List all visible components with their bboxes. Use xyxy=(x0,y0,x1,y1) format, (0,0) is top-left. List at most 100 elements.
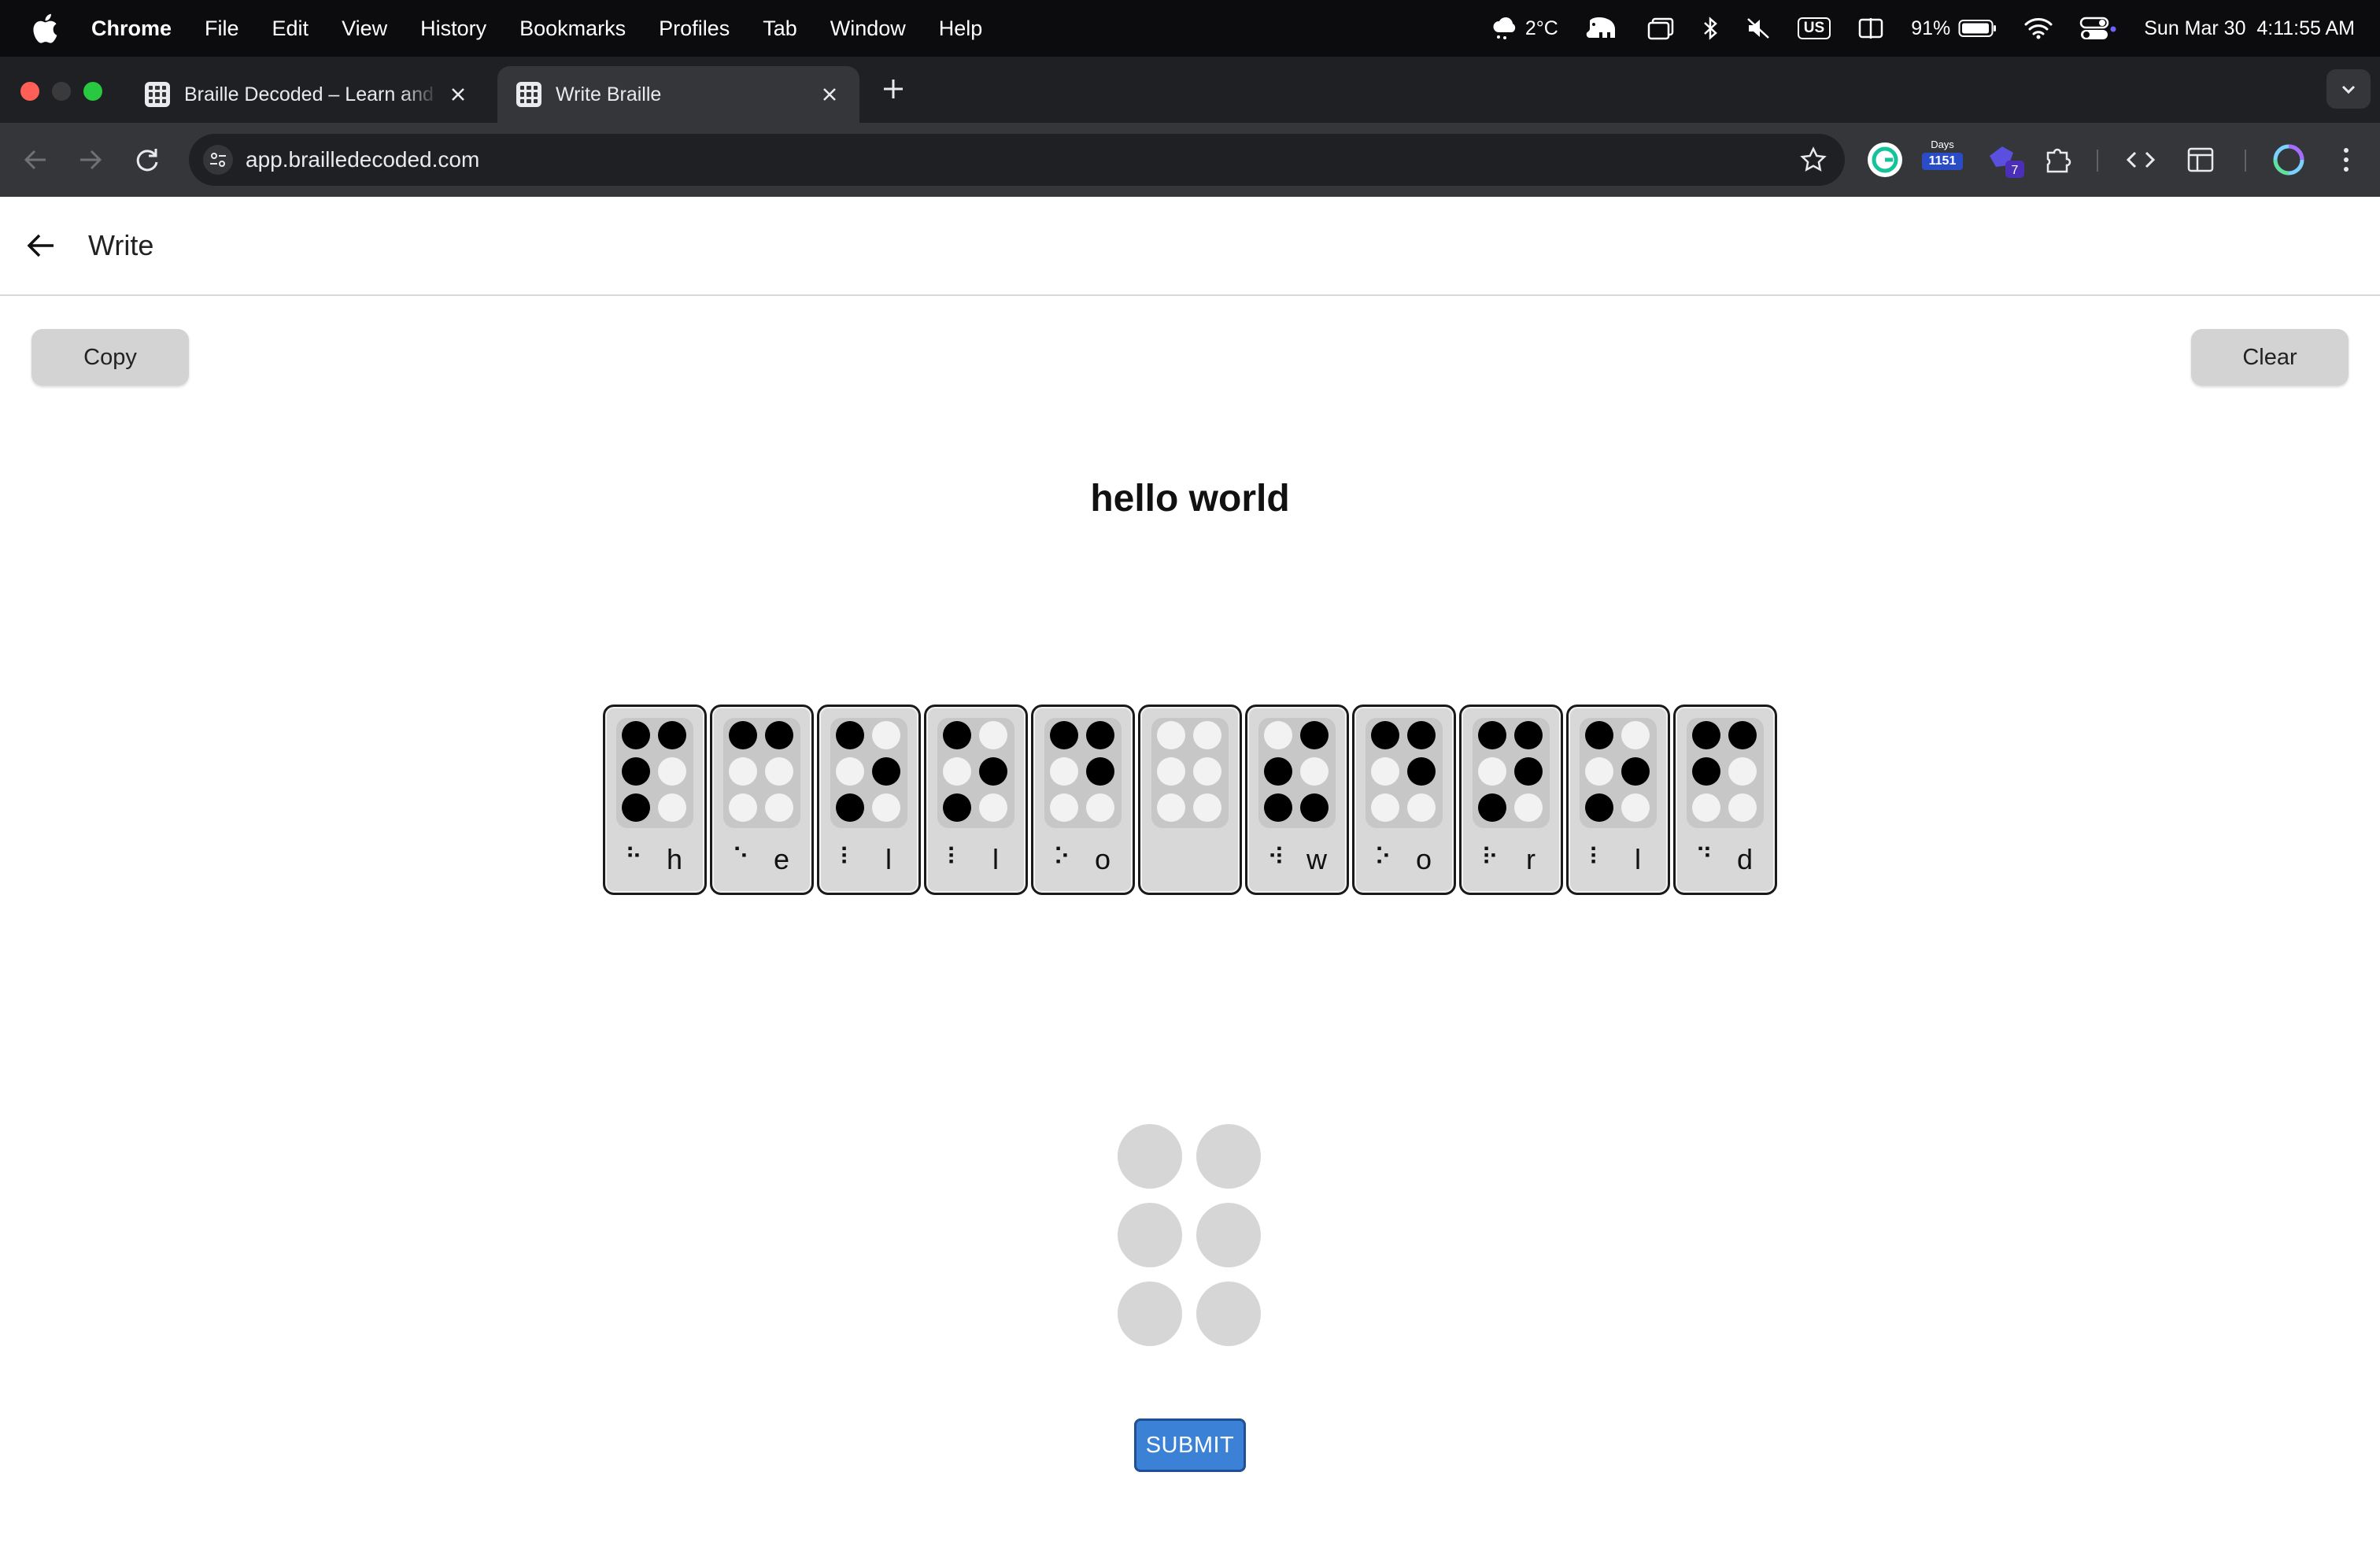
menu-profiles[interactable]: Profiles xyxy=(659,17,730,41)
grammarly-icon xyxy=(1868,142,1902,177)
purple-extension[interactable]: 7 xyxy=(1983,140,2027,179)
menu-file[interactable]: File xyxy=(205,17,239,41)
braille-glyph: ⠇ xyxy=(946,845,963,871)
braille-dot-6 xyxy=(872,793,900,822)
braille-dot-3 xyxy=(1585,793,1613,822)
braille-cell[interactable]: ⠕ o xyxy=(1352,705,1456,895)
tab-close-icon[interactable] xyxy=(819,83,841,105)
battery-status[interactable]: 91% xyxy=(1911,17,1998,40)
tab-write-braille[interactable]: Write Braille xyxy=(497,66,859,123)
braille-cell[interactable]: ⠺ w xyxy=(1245,705,1349,895)
braille-cell[interactable]: ⠓ h xyxy=(603,705,707,895)
window-close-button[interactable] xyxy=(20,82,39,101)
menu-view[interactable]: View xyxy=(342,17,387,41)
tab-search-button[interactable] xyxy=(2326,69,2371,109)
devtools-button[interactable] xyxy=(2120,140,2161,179)
wifi-status[interactable] xyxy=(2024,17,2053,39)
braille-cell-dots xyxy=(937,718,1014,828)
braille-dot-6 xyxy=(765,793,793,822)
menu-help[interactable]: Help xyxy=(939,17,983,41)
chrome-menu-button[interactable] xyxy=(2328,140,2364,179)
back-arrow-icon[interactable] xyxy=(24,228,58,263)
braille-cell[interactable] xyxy=(1138,705,1242,895)
days-counter-extension[interactable]: Days 1151 xyxy=(1922,139,1963,181)
split-view-status[interactable] xyxy=(1857,17,1884,40)
side-panel-button[interactable] xyxy=(2180,140,2221,179)
reload-icon[interactable] xyxy=(132,145,162,175)
braille-cell[interactable]: ⠕ o xyxy=(1031,705,1135,895)
input-dot-5[interactable] xyxy=(1196,1203,1261,1267)
submit-button[interactable]: SUBMIT xyxy=(1134,1418,1246,1472)
split-screen-icon xyxy=(1858,18,1883,39)
braille-input-pad xyxy=(1118,1124,1262,1348)
menu-history[interactable]: History xyxy=(420,17,486,41)
toolbar-separator xyxy=(2097,150,2098,172)
address-bar[interactable]: app.brailledecoded.com xyxy=(189,134,1845,186)
browser-toolbar: app.brailledecoded.com Days 1151 7 xyxy=(0,123,2380,197)
braille-cell[interactable]: ⠑ e xyxy=(710,705,814,895)
input-dot-6[interactable] xyxy=(1196,1282,1261,1346)
input-source[interactable]: US xyxy=(1797,17,1831,39)
input-dot-3[interactable] xyxy=(1118,1282,1182,1346)
side-panel-icon xyxy=(2187,147,2214,172)
braille-letter: e xyxy=(773,843,790,875)
braille-cell[interactable]: ⠇ l xyxy=(1566,705,1670,895)
window-minimize-button[interactable] xyxy=(52,82,71,101)
weather-status[interactable]: 2°C xyxy=(1491,17,1558,40)
app-header: Write xyxy=(0,197,2380,296)
braille-dot-1 xyxy=(622,721,650,749)
braille-dot-4 xyxy=(1086,721,1114,749)
menu-app-name[interactable]: Chrome xyxy=(91,17,172,41)
braille-dot-3 xyxy=(1050,793,1078,822)
site-settings-icon[interactable] xyxy=(203,145,233,175)
braille-glyph: ⠕ xyxy=(1374,845,1391,871)
menu-bookmarks[interactable]: Bookmarks xyxy=(519,17,626,41)
tab-close-icon[interactable] xyxy=(447,83,469,105)
bookmark-star-icon[interactable] xyxy=(1799,146,1828,174)
window-status[interactable] xyxy=(1646,17,1675,40)
braille-cell[interactable]: ⠗ r xyxy=(1459,705,1563,895)
braille-dot-2 xyxy=(1692,757,1720,786)
written-text: hello world xyxy=(1090,478,1290,520)
menu-window[interactable]: Window xyxy=(830,17,906,41)
braille-cell-dots xyxy=(1687,718,1764,828)
clock[interactable]: Sun Mar 30 4:11:55 AM xyxy=(2144,17,2355,40)
clear-button[interactable]: Clear xyxy=(2191,329,2349,386)
browser-tab-strip: Braille Decoded – Learn and T Write Brai… xyxy=(0,57,2380,123)
extension-badge-count: 7 xyxy=(2012,164,2019,177)
input-dot-2[interactable] xyxy=(1118,1203,1182,1267)
forward-arrow-icon[interactable] xyxy=(76,145,105,175)
menu-tab[interactable]: Tab xyxy=(763,17,797,41)
bluetooth-status[interactable] xyxy=(1702,16,1719,41)
elephant-app-status[interactable] xyxy=(1585,16,1620,41)
puzzle-icon xyxy=(2046,148,2071,173)
input-dot-4[interactable] xyxy=(1196,1124,1261,1189)
control-center[interactable] xyxy=(2079,17,2117,40)
braille-favicon-icon xyxy=(145,82,170,107)
braille-dot-2 xyxy=(1478,757,1506,786)
copy-button[interactable]: Copy xyxy=(31,329,189,386)
braille-dot-2 xyxy=(943,757,971,786)
braille-cell-dots xyxy=(1044,718,1122,828)
braille-dot-2 xyxy=(622,757,650,786)
profile-avatar[interactable] xyxy=(2268,140,2309,179)
weather-temperature: 2°C xyxy=(1524,17,1558,39)
extension-shape-icon: 7 xyxy=(1990,146,2024,178)
braille-cell[interactable]: ⠇ l xyxy=(817,705,921,895)
braille-cell[interactable]: ⠇ l xyxy=(924,705,1028,895)
apple-logo-icon[interactable] xyxy=(31,13,58,44)
url-text: app.brailledecoded.com xyxy=(246,147,480,172)
input-dot-1[interactable] xyxy=(1118,1124,1182,1189)
new-tab-plus-icon[interactable] xyxy=(880,76,907,102)
back-arrow-icon[interactable] xyxy=(20,145,50,175)
tab-braille-decoded[interactable]: Braille Decoded – Learn and T xyxy=(126,66,488,123)
braille-dot-2 xyxy=(1157,757,1185,786)
sound-status[interactable] xyxy=(1746,17,1771,40)
braille-dot-3 xyxy=(729,793,757,822)
menu-edit[interactable]: Edit xyxy=(272,17,309,41)
extensions-menu[interactable] xyxy=(2038,140,2078,179)
braille-cell-dots xyxy=(1473,718,1550,828)
window-zoom-button[interactable] xyxy=(83,82,102,101)
braille-cell[interactable]: ⠙ d xyxy=(1673,705,1777,895)
grammarly-extension[interactable] xyxy=(1865,140,1905,179)
